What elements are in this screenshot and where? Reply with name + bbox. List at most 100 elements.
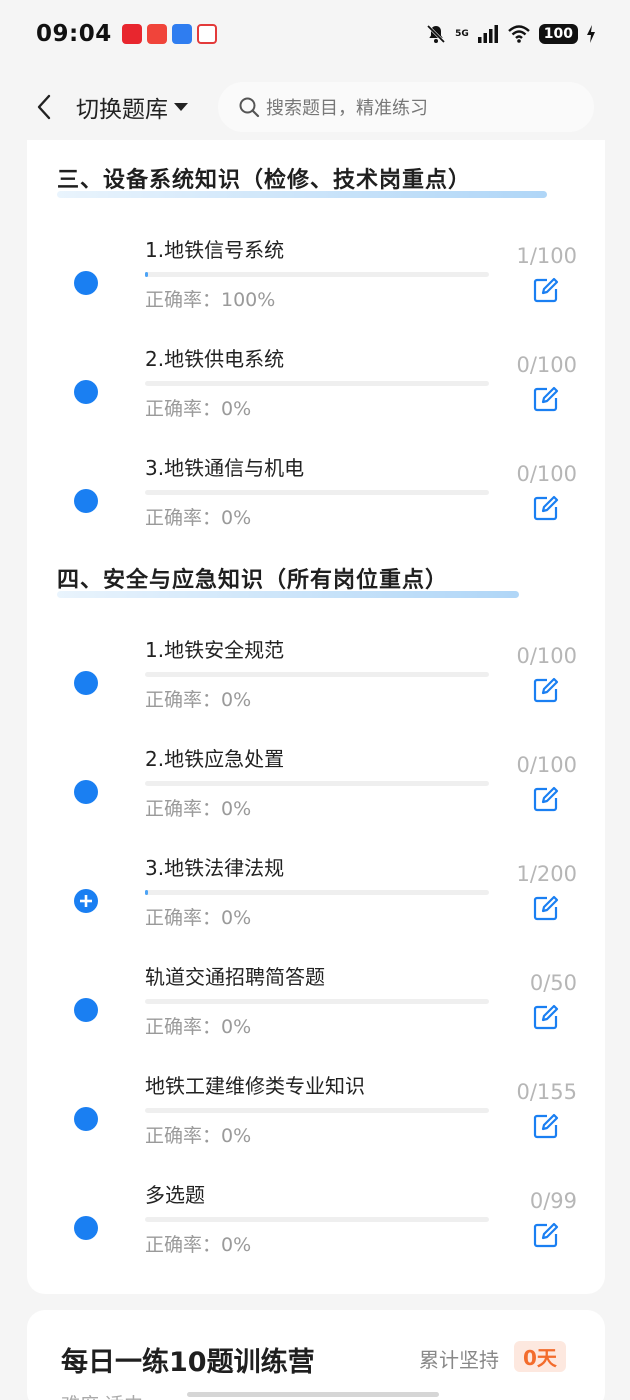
status-indicators: 5G 100	[425, 23, 596, 45]
chapter-dot-icon	[74, 271, 98, 295]
app-notification-icon	[121, 24, 142, 44]
chapter-dot-icon	[74, 998, 98, 1022]
chapter-name: 2.地铁供电系统	[145, 347, 285, 371]
chapter-name: 3.地铁通信与机电	[145, 456, 305, 480]
expand-plus-icon[interactable]	[74, 889, 98, 913]
accuracy-text: 正确率：0%	[145, 1234, 252, 1256]
chapter-dot-icon	[74, 1216, 98, 1240]
switch-bank-dropdown[interactable]: 切换题库	[76, 90, 188, 124]
progress-count: 0/100	[516, 644, 577, 668]
chapter-dot-icon	[74, 671, 98, 695]
accuracy-text: 正确率：0%	[145, 689, 252, 711]
app-notification-icon	[171, 24, 192, 44]
search-input[interactable]: 搜索题目，精准练习	[218, 82, 594, 132]
progress-count: 0/100	[516, 753, 577, 777]
chapter-name: 地铁工建维修类专业知识	[145, 1074, 365, 1098]
section-title-underline	[57, 591, 519, 598]
progress-bar	[145, 381, 489, 386]
chapter-name: 多选题	[145, 1183, 205, 1207]
search-placeholder: 搜索题目，精准练习	[266, 98, 428, 119]
progress-count: 1/100	[516, 244, 577, 268]
progress-bar	[145, 272, 489, 277]
section-title: 三、设备系统知识（检修、技术岗重点）	[57, 162, 547, 198]
camp-difficulty: 难度 适中	[61, 1390, 143, 1400]
plus-icon	[80, 895, 92, 907]
accuracy-text: 正确率：0%	[145, 907, 252, 929]
accuracy-text: 正确率：0%	[145, 1125, 252, 1147]
search-icon	[239, 97, 260, 118]
list-item[interactable]: 地铁工建维修类专业知识 正确率：0% 0/155	[27, 1070, 605, 1170]
progress-bar	[145, 1217, 489, 1222]
progress-count: 0/100	[516, 353, 577, 377]
list-item[interactable]: 多选题 正确率：0% 0/99	[27, 1179, 605, 1279]
section-title: 四、安全与应急知识（所有岗位重点）	[57, 562, 519, 598]
status-time: 09:04	[36, 21, 112, 47]
edit-icon[interactable]	[532, 676, 560, 704]
chevron-left-icon	[37, 94, 51, 120]
progress-bar	[145, 781, 489, 786]
chapter-dot-icon	[74, 1107, 98, 1131]
accuracy-text: 正确率：0%	[145, 1016, 252, 1038]
scroll-indicator	[187, 1392, 439, 1397]
edit-icon[interactable]	[532, 1003, 560, 1031]
list-item[interactable]: 2.地铁应急处置 正确率：0% 0/100	[27, 743, 605, 843]
top-nav: 切换题库 搜索题目，精准练习	[0, 68, 630, 146]
chapter-name: 2.地铁应急处置	[145, 747, 285, 771]
edit-icon[interactable]	[532, 1112, 560, 1140]
edit-icon[interactable]	[532, 785, 560, 813]
progress-count: 0/50	[529, 971, 577, 995]
accuracy-text: 正确率：100%	[145, 289, 276, 311]
progress-bar-fill	[145, 890, 148, 895]
streak-label: 累计坚持	[419, 1348, 499, 1372]
caret-down-icon	[174, 103, 188, 111]
accuracy-text: 正确率：0%	[145, 507, 252, 529]
status-app-icons	[121, 24, 217, 44]
wifi-icon	[507, 25, 530, 43]
section-title-underline	[57, 191, 547, 198]
progress-bar	[145, 890, 489, 895]
list-item[interactable]: 3.地铁法律法规 正确率：0% 1/200	[27, 852, 605, 952]
streak-badge: 0天	[514, 1341, 566, 1372]
chapter-dot-icon	[74, 380, 98, 404]
battery-level: 100	[538, 24, 578, 44]
progress-count: 1/200	[516, 862, 577, 886]
chapter-name: 3.地铁法律法规	[145, 856, 285, 880]
chapter-name: 1.地铁信号系统	[145, 238, 285, 262]
chapter-name: 轨道交通招聘简答题	[145, 965, 325, 989]
progress-bar	[145, 672, 489, 677]
chapter-dot-icon	[74, 780, 98, 804]
edit-icon[interactable]	[532, 276, 560, 304]
accuracy-text: 正确率：0%	[145, 798, 252, 820]
progress-bar	[145, 490, 489, 495]
edit-icon[interactable]	[532, 1221, 560, 1249]
status-bar: 09:04 5G 100	[0, 0, 630, 68]
list-item[interactable]: 3.地铁通信与机电 正确率：0% 0/100	[27, 452, 605, 552]
app-notification-icon	[146, 24, 167, 44]
app-notification-icon	[196, 24, 217, 44]
list-item[interactable]: 轨道交通招聘简答题 正确率：0% 0/50	[27, 961, 605, 1061]
progress-count: 0/100	[516, 462, 577, 486]
list-item[interactable]: 1.地铁安全规范 正确率：0% 0/100	[27, 634, 605, 734]
progress-bar	[145, 999, 489, 1004]
signal-icon	[477, 25, 498, 43]
chapter-dot-icon	[74, 489, 98, 513]
edit-icon[interactable]	[532, 894, 560, 922]
mute-bell-icon	[427, 24, 446, 44]
accuracy-text: 正确率：0%	[145, 398, 252, 420]
switch-bank-label: 切换题库	[76, 97, 168, 123]
question-bank-card: 三、设备系统知识（检修、技术岗重点） 1.地铁信号系统 正确率：100% 1/1…	[27, 140, 605, 1294]
progress-count: 0/99	[529, 1189, 577, 1213]
network-type: 5G	[455, 29, 469, 39]
camp-title: 每日一练10题训练营	[61, 1347, 315, 1378]
daily-training-card[interactable]: 每日一练10题训练营 累计坚持 0天 难度 适中	[27, 1310, 605, 1400]
chapter-name: 1.地铁安全规范	[145, 638, 285, 662]
list-item[interactable]: 1.地铁信号系统 正确率：100% 1/100	[27, 234, 605, 334]
back-button[interactable]	[24, 87, 64, 127]
charging-icon	[587, 25, 595, 43]
progress-bar	[145, 1108, 489, 1113]
progress-bar-fill	[145, 272, 149, 277]
edit-icon[interactable]	[532, 494, 560, 522]
progress-count: 0/155	[516, 1080, 577, 1104]
edit-icon[interactable]	[532, 385, 560, 413]
list-item[interactable]: 2.地铁供电系统 正确率：0% 0/100	[27, 343, 605, 443]
